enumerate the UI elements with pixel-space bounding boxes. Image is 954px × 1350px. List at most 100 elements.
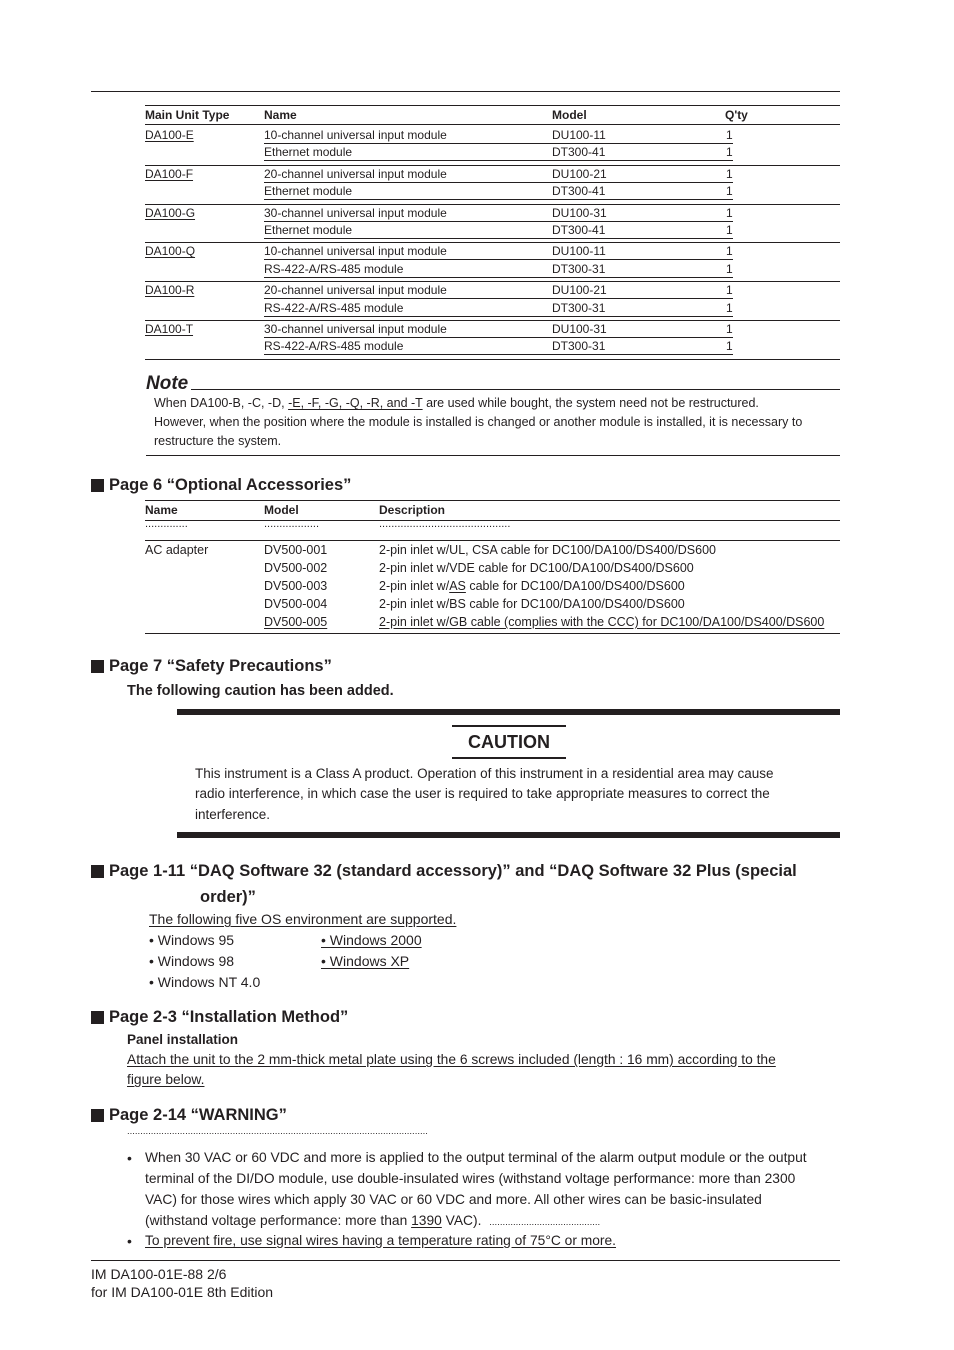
acc-ellipsis-model: .................. xyxy=(264,518,320,530)
acc-header-model: Model xyxy=(264,503,299,517)
section-bullet-icon xyxy=(91,479,104,492)
warning-ellipsis: ........................................… xyxy=(127,1126,428,1137)
caution-bottom-bar xyxy=(177,832,840,838)
section-heading: Page 1-11 “DAQ Software 32 (standard acc… xyxy=(91,862,797,881)
caution-line-1: This instrument is a Class A product. Op… xyxy=(195,766,774,781)
header-rule xyxy=(145,124,840,125)
warning-bullet-1-line: terminal of the DI/DO module, use double… xyxy=(145,1171,796,1186)
row-underline xyxy=(264,337,733,338)
section-bullet-icon xyxy=(91,660,104,673)
accessory-model: DV500-001 xyxy=(264,543,328,557)
quantity: 1 xyxy=(726,205,733,220)
os-item: • Windows 98 xyxy=(149,953,235,969)
accessory-model: DV500-003 xyxy=(264,579,328,593)
caution-line-2: radio interference, in which case the us… xyxy=(195,786,770,801)
module-name: 30-channel universal input module xyxy=(264,205,447,220)
footer-rule xyxy=(91,1260,840,1261)
accessory-model: DV500-004 xyxy=(264,597,328,611)
module-name: RS-422-A/RS-485 module xyxy=(264,300,404,315)
module-name: RS-422-A/RS-485 module xyxy=(264,339,404,354)
main-unit-type: DA100-R xyxy=(145,283,195,298)
module-name: Ethernet module xyxy=(264,145,353,160)
model-number: DU100-11 xyxy=(552,128,606,142)
description-text: 2-pin inlet w/BS cable for DC100/DA100/D… xyxy=(379,597,685,611)
note-line-1: When DA100-B, -C, -D, -E, -F, -G, -Q, -R… xyxy=(154,396,759,410)
row-underline xyxy=(264,143,733,144)
section-heading-text: Page 1-11 “DAQ Software 32 (standard acc… xyxy=(109,862,797,880)
warning-trailing-ellipsis: ........................................… xyxy=(489,1217,601,1228)
quantity: 1 xyxy=(726,300,733,315)
module-name: Ethernet module xyxy=(264,222,353,237)
acc-bottom-rule xyxy=(145,633,840,634)
module-name: 20-channel universal input module xyxy=(264,283,447,298)
footer-doc-id: IM DA100-01E-88 2/6 xyxy=(91,1266,227,1282)
model-number: DU100-31 xyxy=(552,205,607,220)
section-heading: Page 7 “Safety Precautions” xyxy=(91,657,332,676)
row-underline xyxy=(264,160,733,162)
acc-ellipsis-name: .............. xyxy=(145,518,188,530)
row-underline xyxy=(264,199,733,201)
main-unit-type: DA100-Q xyxy=(145,244,196,259)
row-underline xyxy=(264,259,733,261)
accessory-description: 2-pin inlet w/GB cable (complies with th… xyxy=(379,615,824,629)
os-intro: The following five OS environment are su… xyxy=(149,911,457,927)
group-separator xyxy=(145,242,840,244)
accessory-model: DV500-002 xyxy=(264,561,328,575)
section-heading-text: Page 7 “Safety Precautions” xyxy=(109,657,332,675)
model-number: DT300-31 xyxy=(552,300,606,315)
os-item-added: • Windows XP xyxy=(321,953,410,969)
header-qty: Q'ty xyxy=(725,108,748,122)
accessory-description: 2-pin inlet w/BS cable for DC100/DA100/D… xyxy=(379,597,685,611)
module-name: 10-channel universal input module xyxy=(264,244,447,259)
row-underline xyxy=(264,315,733,317)
changed-text: 2-pin inlet w/GB cable (complies with th… xyxy=(379,615,825,629)
row-underline xyxy=(264,298,733,300)
note-line-3: restructure the system. xyxy=(154,434,282,448)
quantity: 1 xyxy=(726,322,733,336)
quantity: 1 xyxy=(726,261,733,276)
note-text: When DA100-B, -C, -D, xyxy=(154,396,289,410)
accessory-model: DV500-005 xyxy=(264,615,328,629)
section-heading: Page 6 “Optional Accessories” xyxy=(91,476,351,495)
note-line-2: However, when the position where the mod… xyxy=(154,415,803,429)
group-separator xyxy=(145,281,840,283)
warning-bullet-1-line: (withstand voltage performance: more tha… xyxy=(145,1213,600,1228)
caution-top-bar xyxy=(177,709,840,715)
warning-text: VAC). xyxy=(441,1213,482,1228)
section-heading-continued: order)” xyxy=(200,888,256,906)
section-bullet-icon xyxy=(91,1109,104,1122)
caution-line-3: interference. xyxy=(195,807,271,822)
installation-subheading: Panel installation xyxy=(127,1032,239,1047)
acc-header-name: Name xyxy=(145,503,178,517)
warning-bullet-1-line: VAC) for those wires which apply 30 VAC … xyxy=(145,1192,762,1207)
row-underline xyxy=(264,220,733,222)
group-separator xyxy=(145,203,840,205)
accessory-description: 2-pin inlet w/AS cable for DC100/DA100/D… xyxy=(379,579,685,593)
top-rule xyxy=(91,91,840,92)
warning-bullet-2: To prevent fire, use signal wires having… xyxy=(145,1233,617,1248)
module-name: 30-channel universal input module xyxy=(264,322,447,336)
module-name: RS-422-A/RS-485 module xyxy=(264,261,404,276)
changed-text: AS xyxy=(449,579,466,593)
warning-bullet-1-line: When 30 VAC or 60 VDC and more is applie… xyxy=(145,1150,807,1165)
section-heading: Page 2-3 “Installation Method” xyxy=(91,1008,348,1027)
warning-changed-value: 1390 xyxy=(411,1213,442,1228)
bullet-icon: • xyxy=(127,1150,132,1166)
main-unit-type: DA100-E xyxy=(145,128,194,142)
note-text: are used while bought, the system need n… xyxy=(422,396,759,410)
acc-top-rule xyxy=(145,500,840,501)
os-item-added: • Windows 2000 xyxy=(321,932,422,948)
accessory-description: 2-pin inlet w/UL, CSA cable for DC100/DA… xyxy=(379,543,716,557)
row-underline xyxy=(264,237,733,239)
description-text: 2-pin inlet w/VDE cable for DC100/DA100/… xyxy=(379,561,694,575)
section-heading-text: Page 2-14 “WARNING” xyxy=(109,1106,287,1124)
row-underline xyxy=(264,276,733,278)
quantity: 1 xyxy=(726,222,733,237)
installation-line-1: Attach the unit to the 2 mm-thick metal … xyxy=(127,1052,776,1067)
model-number: DU100-31 xyxy=(552,322,607,336)
acc-ellipsis-description: ........................................… xyxy=(379,518,511,530)
model-number: DT300-41 xyxy=(552,222,606,237)
quantity: 1 xyxy=(726,283,733,298)
header-name: Name xyxy=(264,108,297,122)
safety-subheading: The following caution has been added. xyxy=(127,683,394,699)
